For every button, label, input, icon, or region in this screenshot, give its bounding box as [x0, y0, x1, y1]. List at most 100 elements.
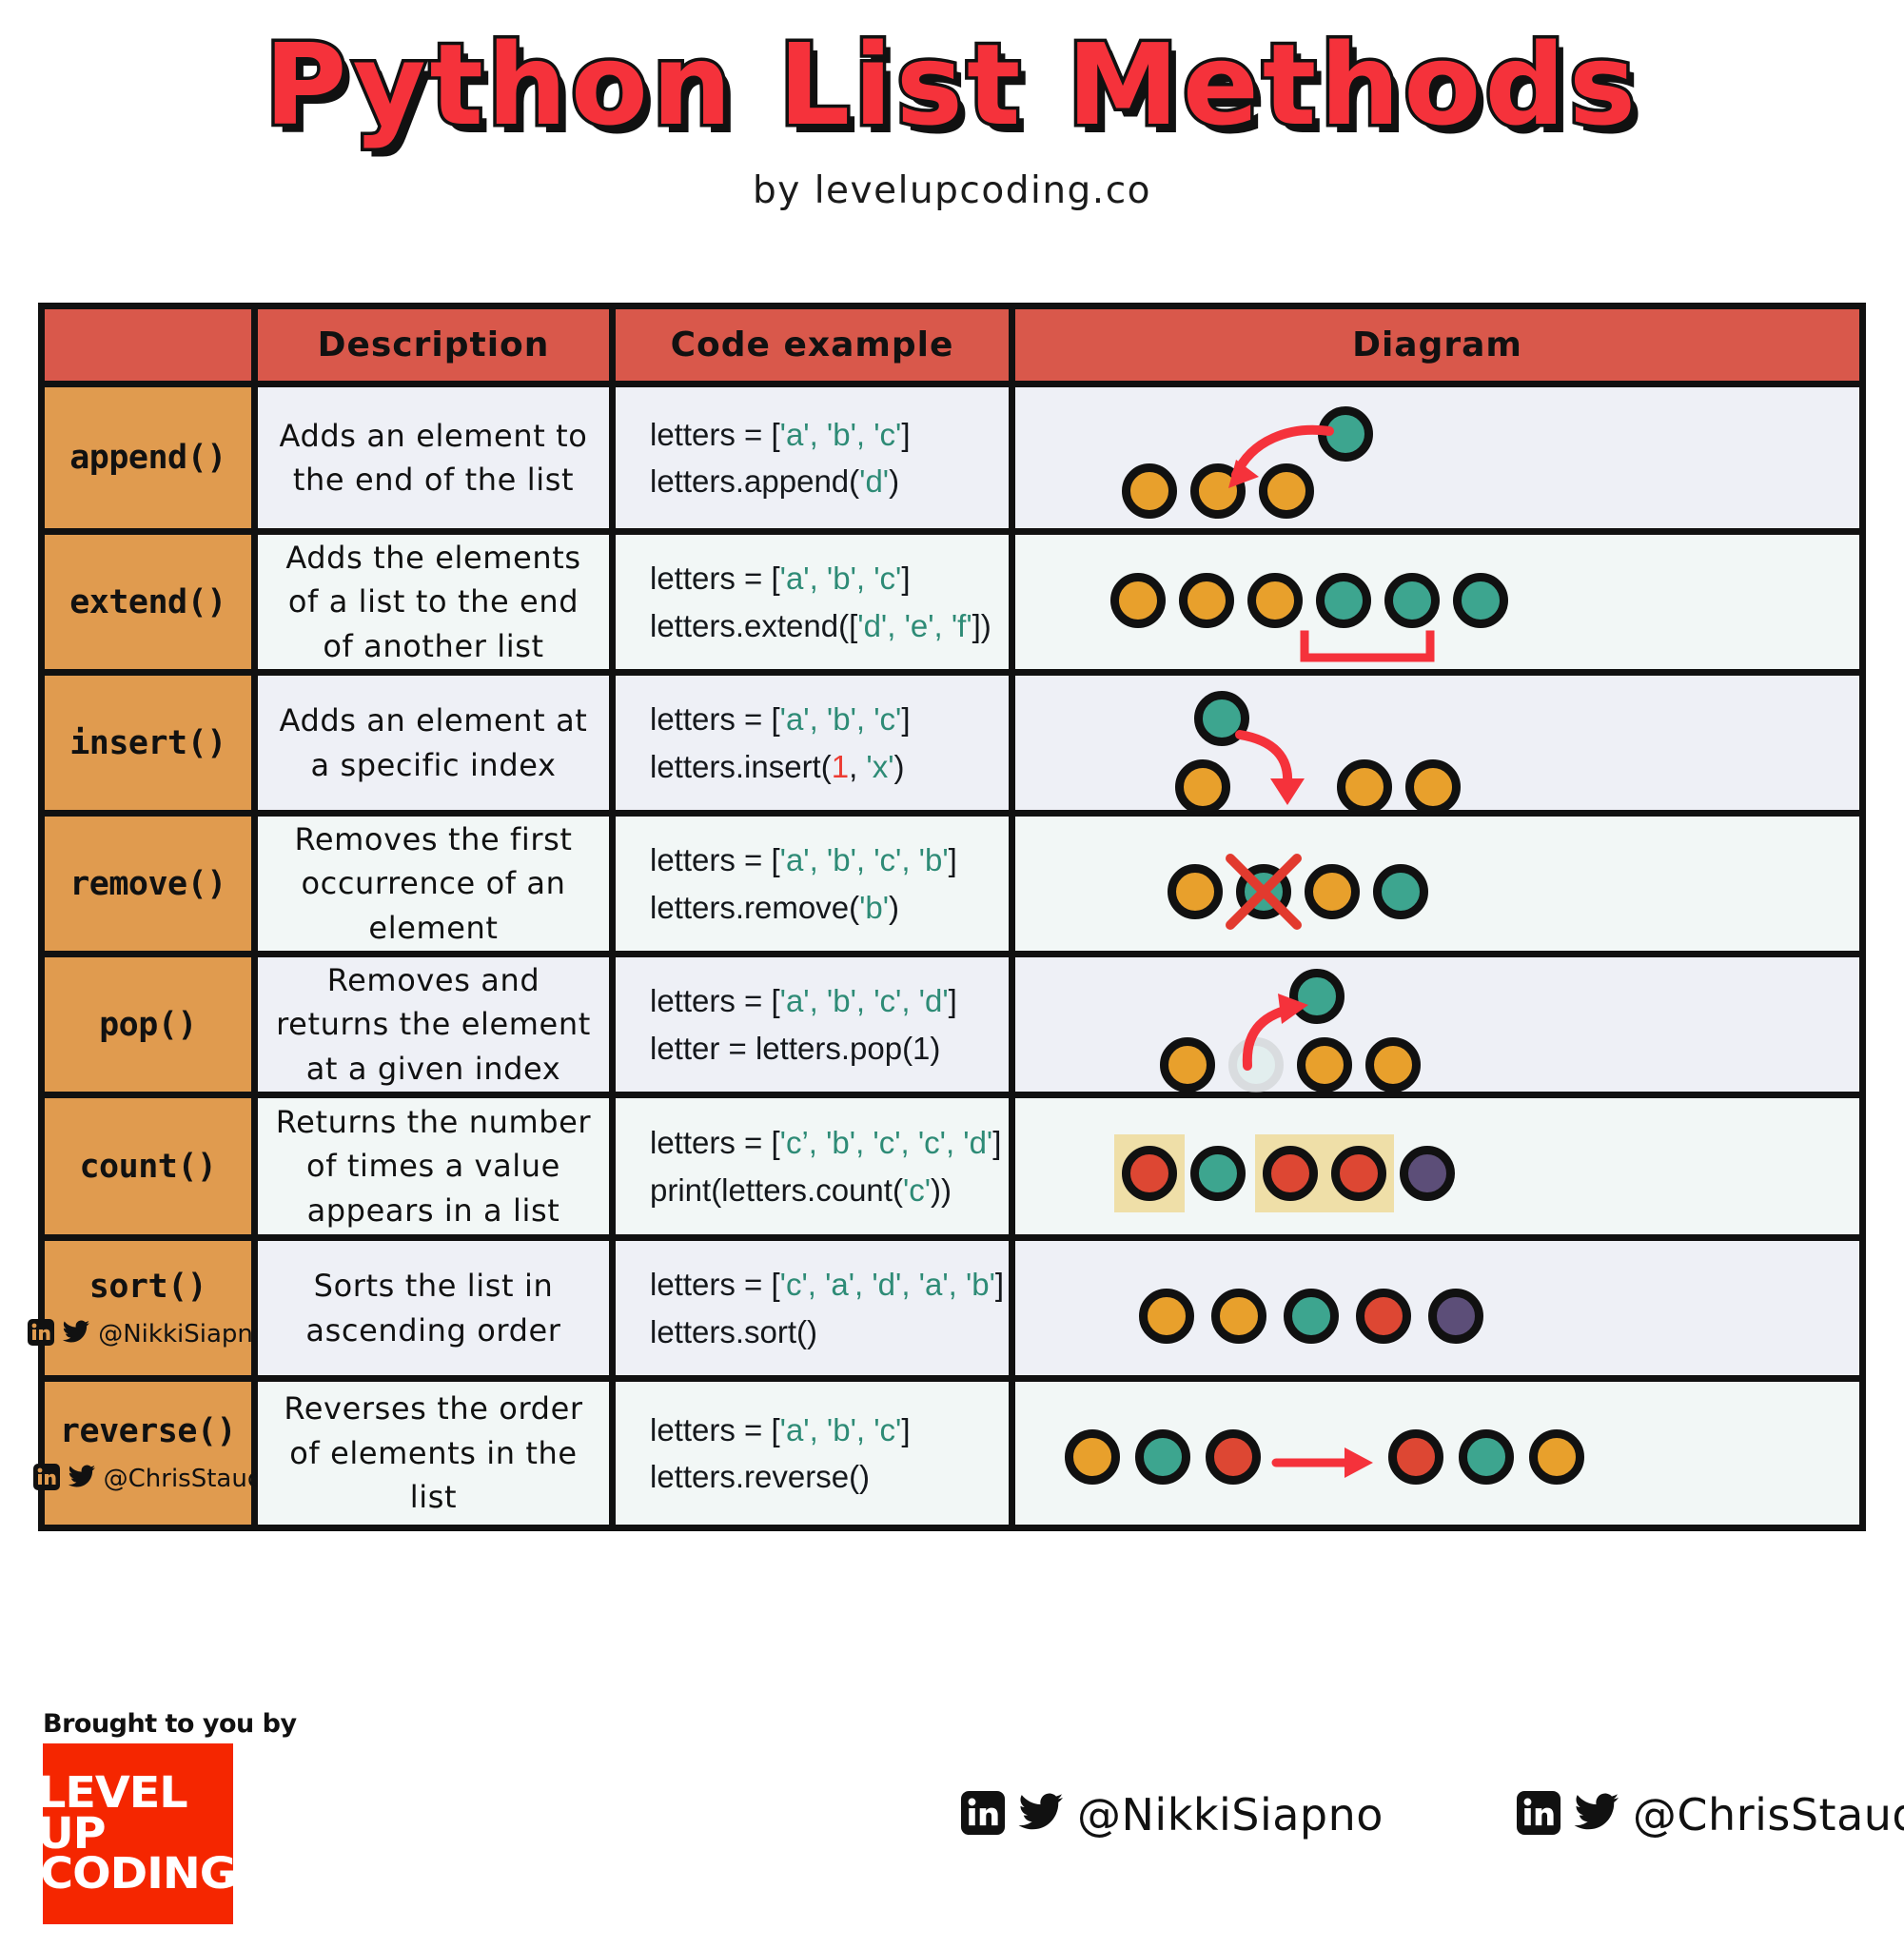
- dot-red: [1388, 1429, 1443, 1485]
- code-text: letters = ['a', 'b', 'c'] letters.revers…: [650, 1411, 911, 1495]
- diagram-cell: [1015, 817, 1859, 957]
- description-cell: Adds an element at a specific index: [258, 676, 616, 817]
- diagram-pop: [1015, 957, 1859, 1093]
- dot-teal: [1373, 864, 1428, 919]
- code-text: letters = ['a', 'b', 'c', 'b'] letters.r…: [650, 842, 957, 925]
- code-text: letters = ['c', 'a', 'd', 'a', 'b'] lett…: [650, 1267, 1005, 1349]
- methods-table: Description Code example Diagram append(…: [28, 303, 1866, 1531]
- diagram-cell: [1015, 535, 1859, 676]
- dot-red: [1356, 1289, 1411, 1344]
- linkedin-icon[interactable]: [28, 1318, 55, 1349]
- twitter-icon[interactable]: [1573, 1791, 1620, 1839]
- method-name: insert(): [69, 723, 226, 762]
- dot-group: [1114, 1134, 1455, 1212]
- dot-orange: [1405, 759, 1461, 815]
- dot-red: [1206, 1429, 1261, 1485]
- dot-orange: [1065, 1429, 1120, 1485]
- description-cell: Removes the first occurrence of an eleme…: [258, 817, 616, 957]
- header-label-description: Description: [317, 325, 550, 364]
- description-text: Sorts the list in ascending order: [305, 1268, 561, 1349]
- diagram-append: [1015, 387, 1859, 528]
- code-text: letters = ['a', 'b', 'c'] letters.append…: [650, 416, 911, 500]
- method-name: count(): [79, 1147, 217, 1186]
- diagram-insert: [1015, 676, 1859, 815]
- table-row-count: count() Returns the number of times a va…: [45, 1098, 1859, 1241]
- dot-purple: [1400, 1146, 1455, 1201]
- dot-teal: [1135, 1429, 1190, 1485]
- arrow-curve-left-icon: [1228, 424, 1334, 488]
- brought-to-you-by-label: Brought to you by: [43, 1709, 297, 1739]
- logo-line-2: CODING: [40, 1848, 237, 1900]
- cross-out-icon: [1226, 854, 1302, 930]
- footer-handle-nikki[interactable]: @NikkiSiapno: [961, 1789, 1384, 1841]
- diagram-count: [1015, 1098, 1859, 1234]
- method-name: remove(): [69, 864, 226, 903]
- header-label-code: Code example: [670, 325, 954, 364]
- dot-orange: [1365, 1037, 1421, 1093]
- twitter-icon[interactable]: [68, 1464, 96, 1494]
- logo-line-1: LEVEL UP: [37, 1766, 188, 1859]
- diagram-cell: [1015, 957, 1859, 1098]
- arrow-right-icon: [1271, 1447, 1373, 1478]
- header-cell-code: Code example: [616, 309, 1015, 387]
- highlight-box: [1255, 1134, 1394, 1212]
- dot-red-match: [1263, 1146, 1318, 1201]
- description-text: Adds the elements of a list to the end o…: [285, 539, 581, 664]
- handle-text[interactable]: @ChrisStaud: [104, 1465, 264, 1493]
- description-cell: Sorts the list in ascending order: [258, 1241, 616, 1382]
- dot-teal: [1190, 1146, 1246, 1201]
- title-block: Python List Methods: [0, 0, 1904, 148]
- footer: Brought to you by LEVEL UP CODING @Nikki…: [0, 1702, 1904, 1949]
- dot-orange: [1160, 1037, 1215, 1093]
- dot-teal: [1384, 573, 1440, 628]
- method-cell: extend(): [45, 535, 258, 676]
- dot-group-after: [1388, 1429, 1584, 1485]
- table-row-sort: sort() @NikkiSiapno Sorts the list in as…: [28, 1241, 1859, 1382]
- description-text: Adds an element to the end of the list: [279, 417, 588, 498]
- linkedin-icon[interactable]: [961, 1791, 1005, 1839]
- bracket-underline-icon: [1300, 630, 1435, 662]
- description-text: Removes and returns the element at a giv…: [276, 961, 591, 1087]
- dot-orange: [1247, 573, 1303, 628]
- description-cell: Reverses the order of elements in the li…: [258, 1382, 616, 1525]
- table-header-row: Description Code example Diagram: [45, 309, 1859, 387]
- header-cell-diagram: Diagram: [1015, 309, 1859, 387]
- header-cell-description: Description: [258, 309, 616, 387]
- code-cell: letters = ['a', 'b', 'c', 'b'] letters.r…: [616, 817, 1015, 957]
- code-text: letters = ['a', 'b', 'c', 'd'] letter = …: [650, 983, 957, 1066]
- twitter-icon[interactable]: [62, 1319, 90, 1349]
- description-text: Reverses the order of elements in the li…: [284, 1390, 583, 1516]
- dot-orange: [1110, 573, 1166, 628]
- method-cell: sort() @NikkiSiapno: [28, 1241, 268, 1382]
- method-name: sort(): [88, 1267, 207, 1306]
- social-handle-group[interactable]: @ChrisStaud: [32, 1464, 264, 1494]
- arrow-curve-down-icon: [1235, 730, 1305, 805]
- method-name: append(): [69, 439, 226, 477]
- method-name: pop(): [99, 1005, 197, 1044]
- header-cell-method: [45, 309, 258, 387]
- handle-text[interactable]: @ChrisStaud: [1633, 1789, 1904, 1841]
- handle-text[interactable]: @NikkiSiapno: [1077, 1789, 1384, 1841]
- footer-handle-chris[interactable]: @ChrisStaud: [1516, 1789, 1904, 1841]
- method-cell: reverse() @ChrisStaud: [32, 1382, 263, 1525]
- table-row-insert: insert() Adds an element at a specific i…: [45, 676, 1859, 817]
- linkedin-icon[interactable]: [1516, 1791, 1560, 1839]
- dot-teal: [1453, 573, 1508, 628]
- dot-orange: [1529, 1429, 1584, 1485]
- code-cell: letters = ['c’, 'b', 'c', 'c', 'd'] prin…: [616, 1098, 1015, 1241]
- infographic-page: Python List Methods by levelupcoding.co …: [0, 0, 1904, 1949]
- handle-text[interactable]: @NikkiSiapno: [98, 1320, 268, 1349]
- diagram-cell: [1015, 1098, 1859, 1241]
- dot-red-match: [1331, 1146, 1386, 1201]
- code-cell: letters = ['a', 'b', 'c', 'd'] letter = …: [616, 957, 1015, 1098]
- description-cell: Returns the number of times a value appe…: [258, 1098, 616, 1241]
- linkedin-icon[interactable]: [32, 1464, 60, 1494]
- table-row-remove: remove() Removes the first occurrence of…: [45, 817, 1859, 957]
- social-handle-group[interactable]: @NikkiSiapno: [28, 1318, 268, 1349]
- dot-orange: [1211, 1289, 1266, 1344]
- table-row-extend: extend() Adds the elements of a list to …: [45, 535, 1859, 676]
- dot-group: [1110, 573, 1508, 628]
- diagram-cell: [1015, 676, 1859, 817]
- diagram-reverse: [1015, 1382, 1859, 1525]
- twitter-icon[interactable]: [1017, 1791, 1065, 1839]
